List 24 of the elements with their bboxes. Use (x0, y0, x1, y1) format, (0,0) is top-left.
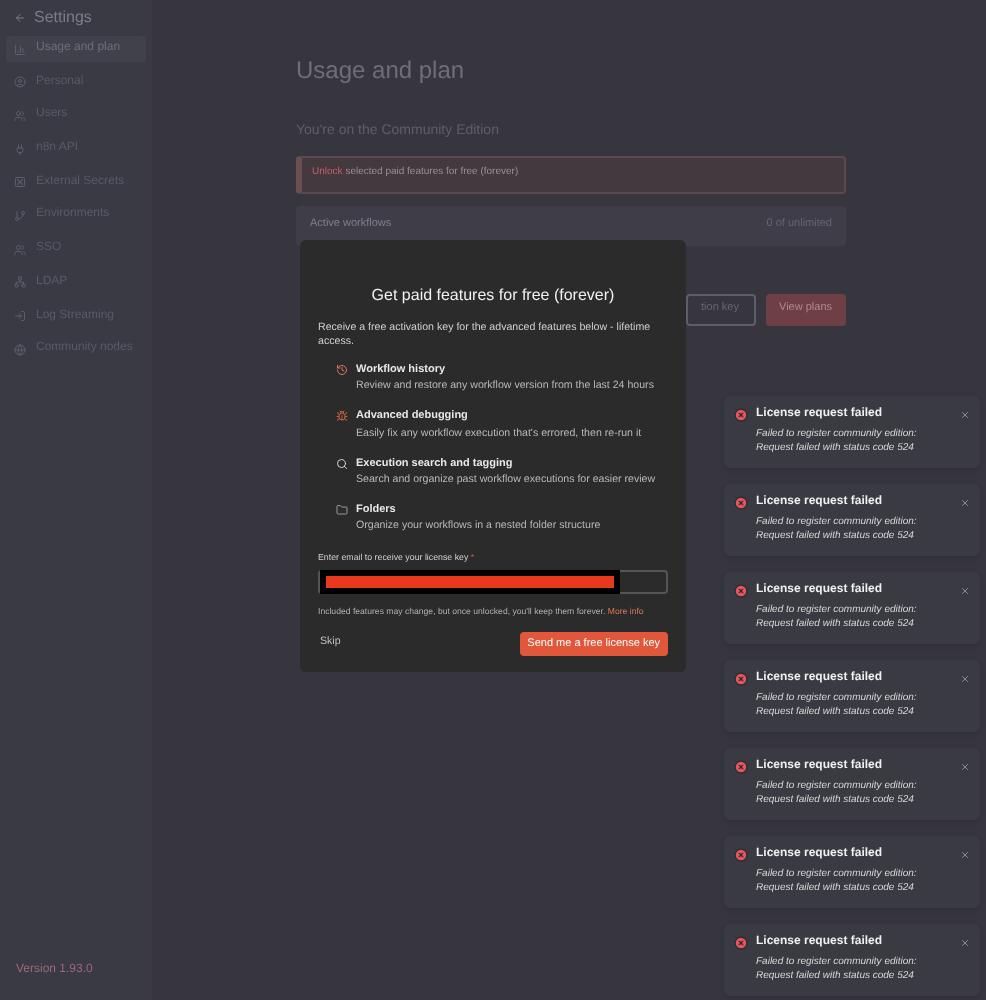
stream-icon (14, 310, 26, 322)
back-icon[interactable] (14, 12, 26, 24)
user-icon (14, 76, 26, 89)
bug-icon (336, 410, 348, 423)
sidebar-title: Settings (34, 6, 92, 30)
globe-icon (14, 343, 26, 356)
history-icon (336, 364, 348, 376)
error-icon (734, 496, 748, 510)
chart-icon (14, 43, 26, 55)
users-icon (14, 109, 26, 122)
folder-icon (336, 503, 348, 516)
error-icon (734, 936, 748, 950)
error-icon (734, 760, 748, 774)
dialog-title: Get paid features for free (forever) (369, 284, 617, 308)
error-icon (734, 584, 748, 598)
error-icon (734, 848, 748, 862)
plug-icon (14, 143, 26, 156)
error-icon (734, 672, 748, 686)
error-icon (734, 408, 748, 422)
branch-icon (14, 209, 26, 222)
users-icon (14, 243, 26, 256)
network-icon (14, 276, 26, 289)
page-title: Usage and plan (296, 54, 467, 88)
search-icon (336, 457, 348, 469)
